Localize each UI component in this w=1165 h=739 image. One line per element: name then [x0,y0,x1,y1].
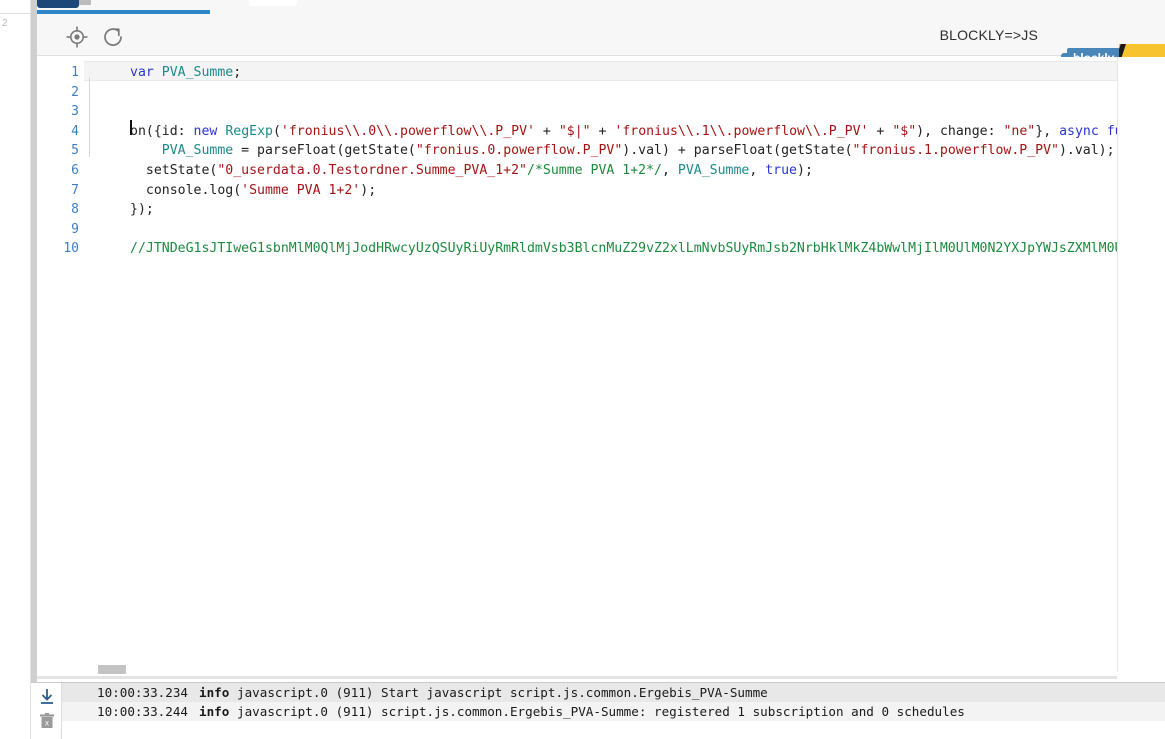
code-token: ), change: [916,123,1004,139]
editor-toolbar: BLOCKLY=>JS blockly [37,17,1165,76]
clear-log-icon[interactable]: x [37,711,57,731]
log-entry[interactable]: 10:00:33.234 info javascript.0 (911) Start… [62,683,1165,702]
code-token: 'fronius\\.0\\.powerflow\\.P_PV' [280,123,535,139]
log-message: javascript.0 (911) Start javascript scri… [237,685,768,700]
code-token: = parseFloat(getState( [233,143,416,159]
tab-strip [37,0,1165,17]
tab-shadow [79,0,91,5]
code-token: "fronius.0.powerflow.P_PV" [415,143,623,159]
editor-right-margin [1117,57,1165,672]
left-rail: 2 [0,0,31,739]
line-number: 5 [71,143,79,159]
line-number: 2 [71,84,79,100]
line-number: 3 [71,104,79,120]
code-token: ).val); [1058,143,1115,159]
log-entry-list[interactable]: 10:00:33.234 info javascript.0 (911) Start… [62,683,1165,739]
tab-active[interactable] [37,0,79,8]
left-rail-divider [0,13,31,14]
code-token: ).val) + parseFloat(getState( [622,143,853,159]
javascript-editor-window: 2 BLOCKLY=>JS 1 var PVA_Summe; 2 3 4 on(… [0,0,1165,739]
code-line[interactable]: PVA_Summe = parseFloat(getState("fronius… [130,141,1115,161]
log-timestamp: 10:00:33.244 [97,704,188,719]
code-token: setState( [130,163,218,178]
code-token: new [193,123,218,139]
code-token: RegExp [225,123,273,139]
code-token: /*Summe PVA 1+2*/ [527,163,662,178]
code-token: "$|" [558,123,591,139]
code-line[interactable]: console.log('Summe PVA 1+2'); [130,181,376,201]
code-token: + [868,123,893,139]
code-token: "fronius.1.powerflow.P_PV" [852,143,1059,159]
code-token: var [130,65,154,80]
line-number: 10 [63,241,79,257]
log-entry[interactable]: 10:00:33.244 info javascript.0 (911) scrip… [62,702,1165,721]
line-number: 7 [71,182,79,198]
log-toolbar: x [31,683,62,739]
code-token: , [749,163,766,178]
blockly-to-js-label: BLOCKLY=>JS [939,27,1038,43]
code-token: PVA_Summe [161,143,234,159]
log-severity: info [199,685,230,700]
line-number: 8 [71,202,79,218]
code-token: console.log( [130,182,242,198]
code-token: 'Summe PVA 1+2' [241,182,361,198]
line-number: 1 [71,65,79,80]
code-token: ; [233,65,242,80]
svg-text:x: x [45,718,49,727]
line-number: 6 [71,163,79,178]
target-icon[interactable] [65,25,89,49]
code-token: "ne" [1003,123,1036,139]
horizontal-scrollbar-thumb[interactable] [98,665,126,674]
line-number: 4 [71,123,79,139]
active-line-border-top [37,61,1117,62]
code-editor[interactable]: 1 var PVA_Summe; 2 3 4 on({id: new RegExp('fr… [37,57,1117,672]
log-panel: x 10:00:33.234 info javascript.0 (911) Sta… [31,682,1165,739]
reload-icon[interactable] [101,25,125,49]
tab-active-underline [37,10,210,14]
code-token: ); [360,182,377,198]
code-token: 'fronius\\.1\\.powerflow\\.P_PV' [614,123,869,139]
log-timestamp: 10:00:33.234 [97,685,188,700]
code-token: + [590,123,615,139]
code-token: + [534,123,559,139]
left-rail-number: 2 [2,18,8,29]
code-token: }, [1035,123,1060,139]
code-token: ); [797,163,813,178]
code-token: async [1059,123,1099,139]
code-token: function [1106,123,1117,139]
code-line[interactable]: //JTNDeG1sJTIweG1sbnMlM0QlMjJodHRwcyUzQS… [130,239,1117,259]
code-token: ( [272,123,281,139]
text-cursor [130,120,132,135]
code-token: "0_userdata.0.Testordner.Summe_PVA_1+2" [217,163,527,178]
code-token: "$" [892,123,917,139]
code-token: PVA_Summe [677,163,750,178]
code-token: on({id: [130,123,194,139]
log-message: javascript.0 (911) script.js.common.Erge… [237,704,965,719]
code-token: PVA_Summe [161,65,234,80]
code-line[interactable]: var PVA_Summe; [130,63,241,83]
editor-bottom-divider [37,676,1117,679]
code-token: true [765,163,797,178]
code-line[interactable]: setState("0_userdata.0.Testordner.Summe_… [130,161,813,181]
code-line[interactable]: }); [130,200,154,220]
line-number: 9 [71,221,79,237]
code-token: , [661,163,678,178]
code-token: //JTNDeG1sJTIweG1sbnMlM0QlMjJodHRwcyUzQS… [130,241,1117,257]
log-severity: info [199,704,230,719]
tab-inactive[interactable] [249,0,297,6]
download-log-icon[interactable] [37,687,57,707]
code-token: }); [130,202,154,218]
code-line[interactable]: on({id: new RegExp('fronius\\.0\\.powerf… [130,122,1117,142]
indent-guide [89,77,90,157]
